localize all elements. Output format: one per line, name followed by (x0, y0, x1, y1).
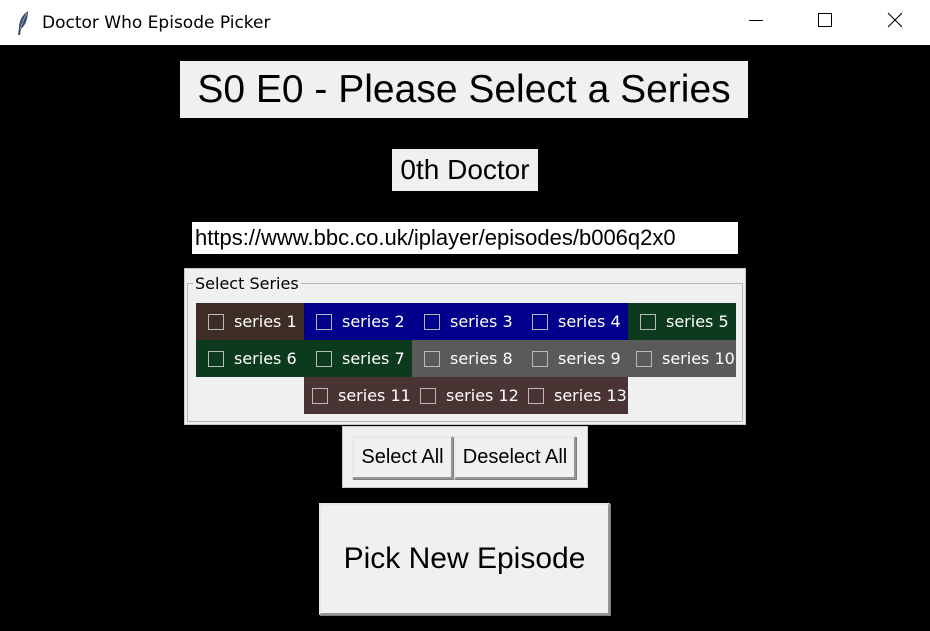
checkbox-label: series 12 (446, 386, 519, 405)
feather-icon (16, 10, 30, 36)
episode-title: S0 E0 - Please Select a Series (180, 61, 748, 118)
series-4-checkbox[interactable]: series 4 (520, 303, 628, 340)
series-5-checkbox[interactable]: series 5 (628, 303, 736, 340)
series-panel: Select Series series 1 series 2 series 3… (184, 268, 746, 425)
minimize-button[interactable] (733, 0, 779, 45)
checkbox-box[interactable] (420, 387, 436, 404)
series-2-checkbox[interactable]: series 2 (304, 303, 412, 340)
window-title: Doctor Who Episode Picker (42, 13, 271, 33)
main-area: S0 E0 - Please Select a Series 0th Docto… (0, 45, 930, 631)
episode-url-field[interactable] (192, 222, 738, 254)
maximize-icon (817, 12, 833, 33)
checkbox-label: series 3 (450, 312, 513, 331)
checkbox-box[interactable] (636, 350, 652, 367)
deselect-all-button[interactable]: Deselect All (454, 436, 576, 479)
close-icon (887, 12, 903, 33)
pick-new-episode-button[interactable]: Pick New Episode (319, 503, 610, 615)
series-group-legend: Select Series (193, 274, 301, 293)
checkbox-label: series 7 (342, 349, 405, 368)
checkbox-label: series 11 (338, 386, 411, 405)
series-8-checkbox[interactable]: series 8 (412, 340, 520, 377)
checkbox-box[interactable] (316, 313, 332, 330)
checkbox-box[interactable] (208, 350, 224, 367)
selection-buttons-panel: Select All Deselect All (342, 426, 588, 488)
series-9-checkbox[interactable]: series 9 (520, 340, 628, 377)
checkbox-box[interactable] (424, 350, 440, 367)
series-10-checkbox[interactable]: series 10 (628, 340, 736, 377)
checkbox-box[interactable] (316, 350, 332, 367)
series-11-checkbox[interactable]: series 11 (304, 377, 412, 414)
maximize-button[interactable] (802, 0, 848, 45)
checkbox-label: series 5 (666, 312, 729, 331)
checkbox-box[interactable] (528, 387, 544, 404)
checkbox-box[interactable] (208, 313, 224, 330)
checkbox-box[interactable] (640, 313, 656, 330)
checkbox-label: series 1 (234, 312, 297, 331)
series-3-checkbox[interactable]: series 3 (412, 303, 520, 340)
checkbox-label: series 2 (342, 312, 405, 331)
checkbox-box[interactable] (312, 387, 328, 404)
checkbox-label: series 6 (234, 349, 297, 368)
series-7-checkbox[interactable]: series 7 (304, 340, 412, 377)
checkbox-label: series 9 (558, 349, 621, 368)
series-6-checkbox[interactable]: series 6 (196, 340, 304, 377)
series-13-checkbox[interactable]: series 13 (520, 377, 628, 414)
select-all-button[interactable]: Select All (352, 436, 453, 479)
doctor-label: 0th Doctor (392, 149, 538, 191)
close-button[interactable] (872, 0, 918, 45)
checkbox-box[interactable] (532, 350, 548, 367)
checkbox-label: series 8 (450, 349, 513, 368)
checkbox-label: series 13 (554, 386, 627, 405)
checkbox-box[interactable] (424, 313, 440, 330)
series-12-checkbox[interactable]: series 12 (412, 377, 520, 414)
checkbox-box[interactable] (532, 313, 548, 330)
checkbox-label: series 4 (558, 312, 621, 331)
series-1-checkbox[interactable]: series 1 (196, 303, 304, 340)
title-bar: Doctor Who Episode Picker (0, 0, 930, 45)
checkbox-label: series 10 (662, 349, 735, 368)
minimize-icon (748, 12, 764, 33)
